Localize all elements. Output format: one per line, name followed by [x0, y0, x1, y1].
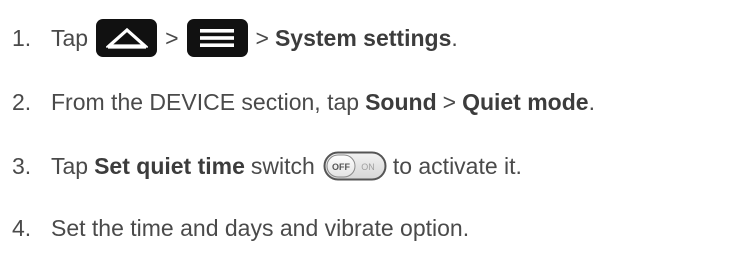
step-3: 3. Tap Set quiet time switch OFF ON to a…	[12, 146, 522, 186]
step-number: 2.	[12, 88, 32, 115]
home-icon	[96, 19, 158, 57]
step-text: From the DEVICE section, tap	[51, 88, 360, 115]
toggle-switch-icon: OFF ON	[323, 151, 387, 181]
menu-icon	[186, 19, 248, 57]
switch-off-label: OFF	[332, 162, 350, 172]
switch-on-label: ON	[361, 162, 375, 172]
step-text: .	[451, 24, 458, 51]
menu-path-quiet-mode: Quiet mode	[462, 88, 589, 115]
separator: >	[165, 24, 179, 51]
step-text: switch	[250, 152, 315, 179]
step-number: 1.	[12, 24, 32, 51]
menu-path-sound: Sound	[365, 88, 437, 115]
step-4: 4. Set the time and days and vibrate opt…	[12, 208, 469, 248]
menu-path-system-settings: System settings	[274, 24, 452, 51]
step-text: Tap	[51, 152, 89, 179]
step-2: 2. From the DEVICE section, tap Sound > …	[12, 82, 595, 122]
step-text: .	[588, 88, 595, 115]
step-number: 4.	[12, 214, 32, 241]
setting-set-quiet-time: Set quiet time	[94, 152, 245, 179]
step-text: to activate it.	[392, 152, 522, 179]
step-text: Set the time and days and vibrate option…	[51, 214, 470, 241]
step-text: Tap	[51, 24, 89, 51]
separator: >	[442, 88, 457, 115]
step-number: 3.	[12, 152, 32, 179]
step-1: 1. Tap > > System settings .	[12, 18, 458, 58]
separator: >	[255, 24, 269, 51]
instruction-steps: 1. Tap > > System settings . 2. From the…	[0, 0, 754, 256]
